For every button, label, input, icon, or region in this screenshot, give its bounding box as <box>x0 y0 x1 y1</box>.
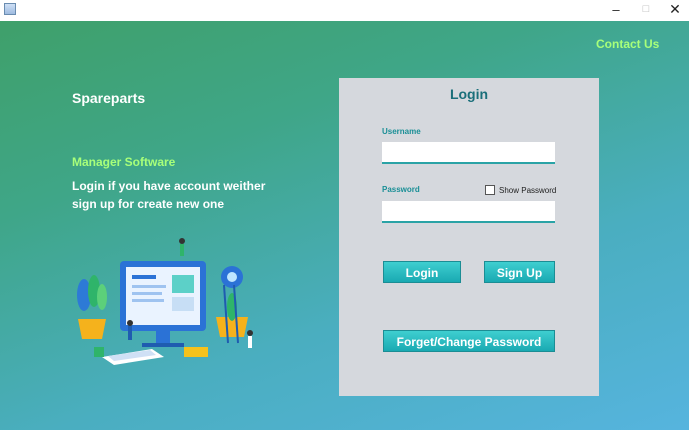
password-label: Password <box>382 185 420 194</box>
box-icon <box>184 347 208 357</box>
cup-icon <box>94 347 104 357</box>
monitor-icon <box>120 261 206 347</box>
login-title: Login <box>449 86 489 102</box>
signup-button[interactable]: Sign Up <box>484 261 555 283</box>
maximize-button[interactable]: □ <box>631 0 661 21</box>
description-line-2: sign up for create new one <box>72 197 225 211</box>
keyboard-icon <box>102 349 164 365</box>
title-bar: – □ ✕ <box>0 0 689 21</box>
workspace-illustration <box>77 238 253 365</box>
password-input[interactable] <box>382 201 555 223</box>
login-panel: Login Username Password Show Password Lo… <box>339 78 599 396</box>
forget-password-button[interactable]: Forget/Change Password <box>383 330 555 352</box>
app-icon <box>4 3 16 15</box>
show-password-label: Show Password <box>499 185 557 195</box>
plant-right-icon <box>216 266 248 344</box>
contact-us-link[interactable]: Contact Us <box>596 37 659 51</box>
username-label: Username <box>382 127 421 136</box>
description: Login if you have account weither sign u… <box>72 177 265 213</box>
description-line-1: Login if you have account weither <box>72 179 266 193</box>
username-input[interactable] <box>382 142 555 164</box>
subtitle: Manager Software <box>72 155 176 169</box>
brand-title: Spareparts <box>72 90 146 106</box>
checkbox-icon[interactable] <box>485 185 495 195</box>
main-area: Contact Us Spareparts Manager Software L… <box>0 21 689 430</box>
plant-left-icon <box>77 275 107 339</box>
close-button[interactable]: ✕ <box>660 0 689 21</box>
login-button[interactable]: Login <box>383 261 461 283</box>
minimize-button[interactable]: – <box>601 0 631 21</box>
show-password-checkbox[interactable]: Show Password <box>485 185 556 195</box>
